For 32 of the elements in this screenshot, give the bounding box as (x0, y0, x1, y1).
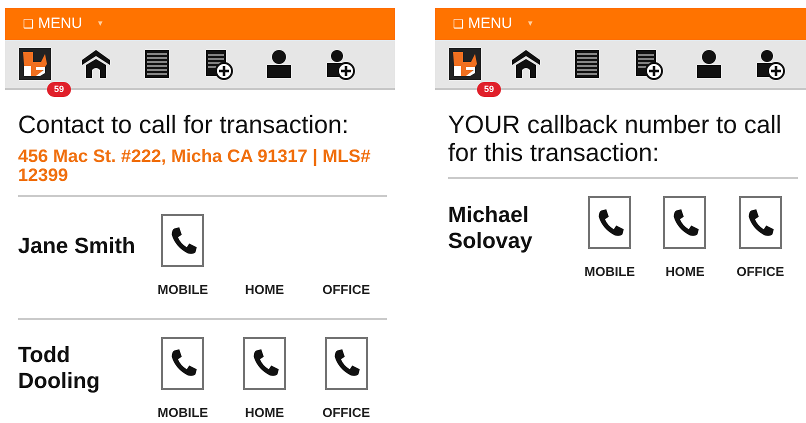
phone-type-label: OFFICE (322, 404, 370, 422)
phone-type-label: MOBILE (158, 404, 208, 422)
phone-call-button[interactable] (243, 336, 286, 390)
logo-icon[interactable] (19, 48, 51, 80)
menu-button[interactable]: ❑ MENU ▾ (453, 12, 534, 36)
phone-type-label: OFFICE (736, 263, 784, 281)
phone-call-button[interactable] (738, 196, 782, 249)
contact-name: Jane Smith (18, 232, 136, 259)
phone-call-button[interactable] (663, 196, 706, 249)
listing-address: 456 Mac St. #222, Micha CA 91317 | MLS# 12399 (18, 147, 372, 185)
phone-call-button[interactable] (588, 196, 632, 249)
home-icon[interactable] (80, 48, 112, 80)
home-icon[interactable] (510, 48, 542, 80)
phone-type-label: MOBILE (584, 263, 635, 281)
phone-type-label: HOME (665, 263, 704, 281)
notification-badge: 59 (477, 82, 502, 97)
add-person-icon[interactable] (754, 48, 786, 80)
heading: YOUR callback number to call for this transaction: (448, 111, 782, 167)
phone-call-button[interactable] (161, 214, 204, 267)
notification-badge: 59 (47, 82, 72, 97)
phone-call-button[interactable] (324, 336, 368, 390)
phone-type-label: HOME (245, 281, 284, 299)
logo-icon[interactable] (449, 48, 481, 80)
phone-type-label: HOME (245, 404, 284, 422)
menu-button[interactable]: ❑ MENU ▾ (23, 12, 104, 36)
contact-name: Michael Solovay (448, 202, 534, 254)
add-person-icon[interactable] (324, 48, 356, 80)
contact-name: Todd Dooling (18, 342, 101, 394)
phone-call-button[interactable] (161, 336, 204, 390)
phone-type-label: MOBILE (158, 281, 208, 299)
heading: Contact to call for transaction: (18, 111, 350, 139)
phone-type-label: OFFICE (322, 281, 370, 299)
